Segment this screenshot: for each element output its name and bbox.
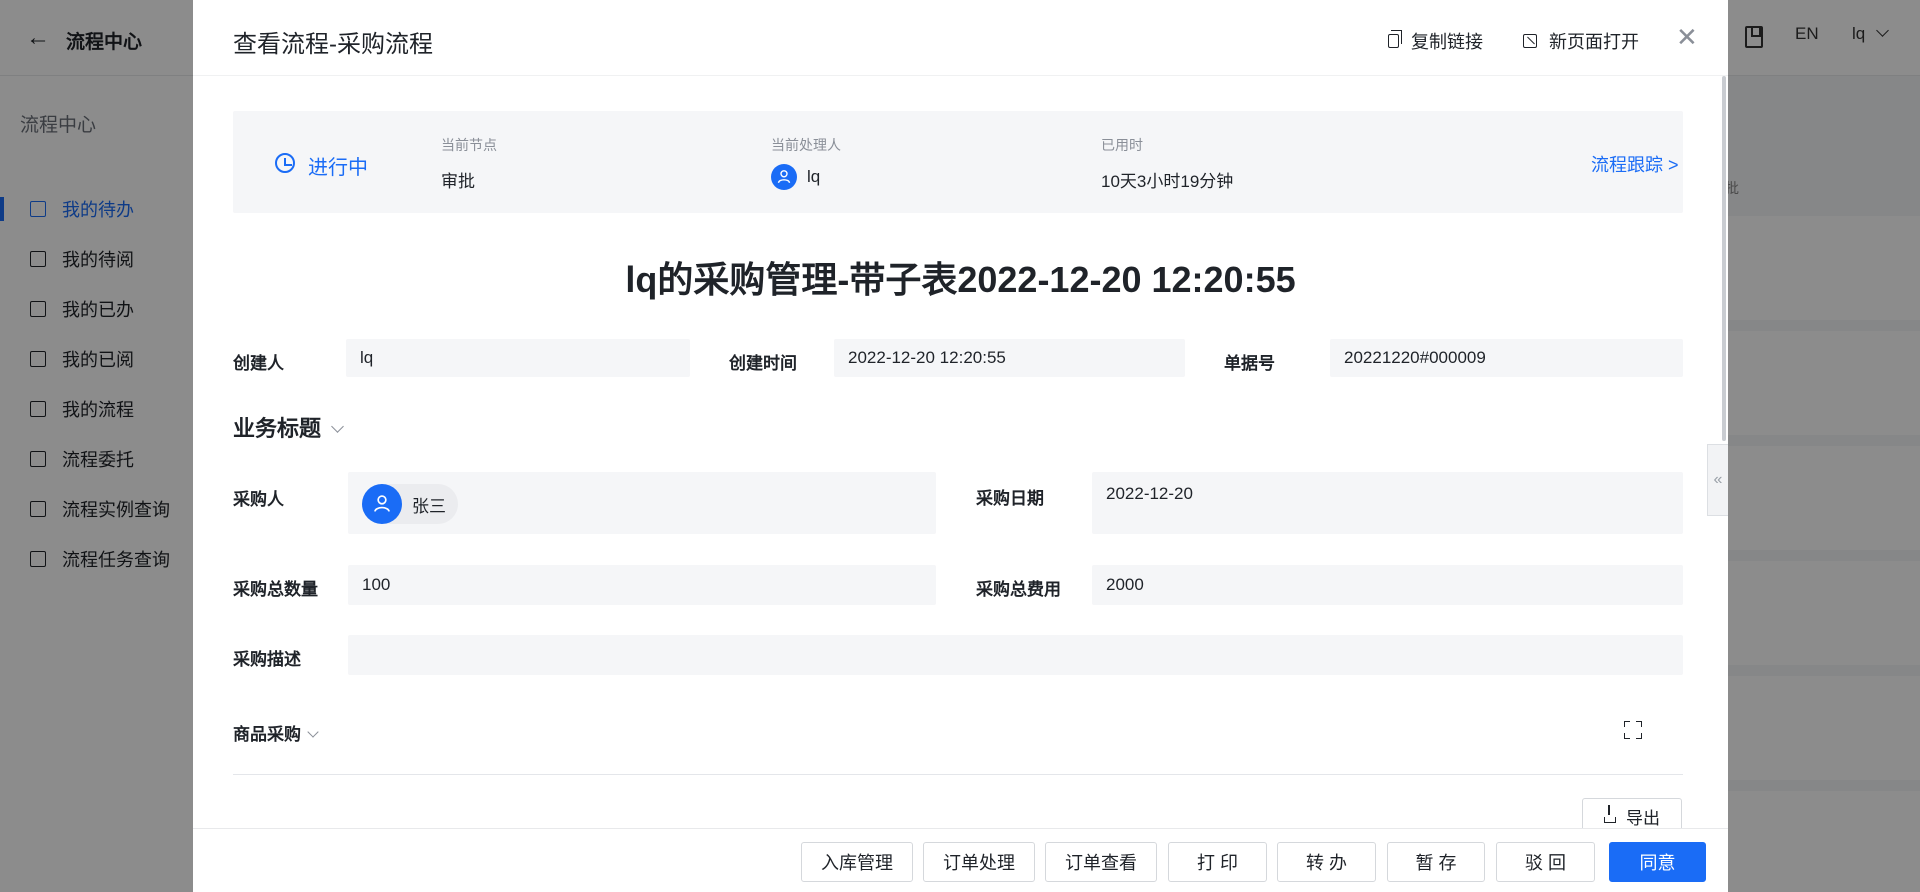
chevron-down-icon <box>307 726 319 738</box>
print-button[interactable]: 打 印 <box>1168 842 1267 882</box>
divider <box>233 774 1683 775</box>
user-icon <box>777 170 791 184</box>
current-node-value: 审批 <box>441 172 475 191</box>
process-drawer: 查看流程-采购流程 复制链接 新页面打开 ✕ 进行中 当前节点 审批 当前处理人… <box>193 0 1728 892</box>
drawer-footer: 入库管理 订单处理 订单查看 打 印 转 办 暂 存 驳 回 同意 <box>193 828 1728 892</box>
elapsed-value: 10天3小时19分钟 <box>1101 172 1234 191</box>
subtable-title: 商品采购 <box>233 725 301 744</box>
elapsed-label: 已用时 <box>1101 137 1143 153</box>
total-quantity-label: 采购总数量 <box>233 580 318 599</box>
purchaser-field: 张三 <box>348 472 936 534</box>
purchaser-name: 张三 <box>412 496 446 516</box>
avatar <box>362 484 402 524</box>
created-time-field: 2022-12-20 12:20:55 <box>834 339 1185 377</box>
current-node-label: 当前节点 <box>441 137 497 153</box>
fullscreen-icon[interactable] <box>1624 721 1642 739</box>
purchase-date-field: 2022-12-20 <box>1092 472 1683 534</box>
save-draft-button[interactable]: 暂 存 <box>1387 842 1485 882</box>
fullscreen-corner <box>1636 733 1642 739</box>
page-title: lq的采购管理-带子表2022-12-20 12:20:55 <box>625 259 1296 300</box>
description-field <box>348 635 1683 675</box>
created-time-label: 创建时间 <box>729 354 797 373</box>
export-label: 导出 <box>1626 808 1660 828</box>
user-icon <box>374 495 390 512</box>
description-label: 采购描述 <box>233 650 301 669</box>
current-handler-value: lq <box>807 167 821 186</box>
copy-icon <box>1388 30 1402 48</box>
open-new-page-label: 新页面打开 <box>1549 32 1639 52</box>
purchase-date-value: 2022-12-20 <box>1106 484 1193 503</box>
purchaser-label: 采购人 <box>233 490 284 509</box>
status-panel: 进行中 当前节点 审批 当前处理人 lq 已用时 10天3小时19分钟 流程跟踪… <box>233 111 1683 213</box>
copy-link-label: 复制链接 <box>1411 32 1483 52</box>
reject-button[interactable]: 驳 回 <box>1496 842 1595 882</box>
creator-value: lq <box>360 348 374 367</box>
creator-field: lq <box>346 339 690 377</box>
doc-number-label: 单据号 <box>1224 354 1275 373</box>
open-new-page-button[interactable]: 新页面打开 <box>1523 28 1639 54</box>
process-trace-link[interactable]: 流程跟踪 > <box>1591 151 1679 177</box>
purchaser-chip: 张三 <box>362 484 458 524</box>
current-handler-label: 当前处理人 <box>771 137 841 153</box>
creator-label: 创建人 <box>233 354 284 373</box>
total-quantity-value: 100 <box>362 575 391 594</box>
subtable-toggle[interactable]: 商品采购 <box>233 720 319 745</box>
total-quantity-field: 100 <box>348 565 936 605</box>
close-icon[interactable]: ✕ <box>1676 22 1698 53</box>
fullscreen-corner <box>1624 721 1630 727</box>
approve-button[interactable]: 同意 <box>1609 842 1706 882</box>
external-link-icon <box>1523 34 1537 48</box>
business-section-toggle[interactable]: 业务标题 <box>233 411 344 443</box>
avatar <box>771 164 797 190</box>
total-cost-value: 2000 <box>1106 575 1144 594</box>
chevron-down-icon <box>331 420 344 433</box>
drawer-header: 查看流程-采购流程 复制链接 新页面打开 ✕ <box>193 0 1728 76</box>
warehousing-button[interactable]: 入库管理 <box>801 842 913 882</box>
order-process-button[interactable]: 订单处理 <box>923 842 1035 882</box>
total-cost-label: 采购总费用 <box>976 580 1061 599</box>
doc-number-value: 20221220#000009 <box>1344 348 1486 367</box>
status-badge: 进行中 <box>308 157 368 179</box>
created-time-value: 2022-12-20 12:20:55 <box>848 348 1006 367</box>
copy-link-button[interactable]: 复制链接 <box>1388 28 1483 54</box>
fullscreen-corner <box>1636 721 1642 727</box>
total-cost-field: 2000 <box>1092 565 1683 605</box>
drawer-title: 查看流程-采购流程 <box>233 31 433 58</box>
collapse-panel-button[interactable]: « <box>1707 444 1728 516</box>
transfer-button[interactable]: 转 办 <box>1277 842 1376 882</box>
fullscreen-corner <box>1624 733 1630 739</box>
clock-icon <box>275 153 295 173</box>
doc-number-field: 20221220#000009 <box>1330 339 1683 377</box>
business-section-title: 业务标题 <box>233 416 322 441</box>
purchase-date-label: 采购日期 <box>976 489 1044 508</box>
upload-icon <box>1604 805 1616 823</box>
order-view-button[interactable]: 订单查看 <box>1045 842 1157 882</box>
double-chevron-left-icon: « <box>1713 471 1723 488</box>
